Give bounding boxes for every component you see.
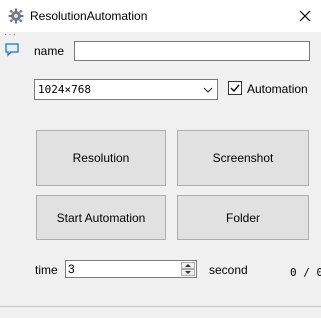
time-label: time (35, 263, 58, 277)
stepper-down-button[interactable] (181, 269, 195, 276)
gear-icon (8, 8, 24, 24)
status-strip (0, 306, 321, 318)
time-stepper (65, 260, 197, 278)
name-label: name (34, 44, 65, 58)
resolution-dropdown[interactable]: 1024×768 (34, 79, 218, 100)
folder-button[interactable]: Folder (177, 195, 309, 240)
progress-counter: 0 / 0 (290, 266, 321, 279)
second-label: second (209, 263, 248, 277)
close-button[interactable] (292, 4, 318, 28)
close-icon (299, 10, 311, 22)
caret-up-icon (185, 264, 191, 267)
resolution-selected-value: 1024×768 (38, 83, 91, 96)
grip-dots: ··· (4, 29, 17, 40)
resolution-button[interactable]: Resolution (36, 130, 166, 186)
window-title: ResolutionAutomation (30, 9, 148, 23)
name-input[interactable] (74, 41, 310, 61)
chevron-down-icon (203, 87, 213, 93)
checkmark-icon (230, 84, 240, 93)
start-automation-button[interactable]: Start Automation (36, 195, 166, 240)
stepper-up-button[interactable] (181, 262, 195, 269)
speech-bubble-icon[interactable] (4, 42, 20, 58)
screenshot-button[interactable]: Screenshot (177, 130, 309, 186)
time-input[interactable] (68, 262, 178, 276)
automation-label: Automation (247, 82, 308, 96)
title-bar: ResolutionAutomation (0, 0, 321, 32)
caret-down-icon (185, 271, 191, 274)
automation-checkbox[interactable] (228, 81, 242, 95)
